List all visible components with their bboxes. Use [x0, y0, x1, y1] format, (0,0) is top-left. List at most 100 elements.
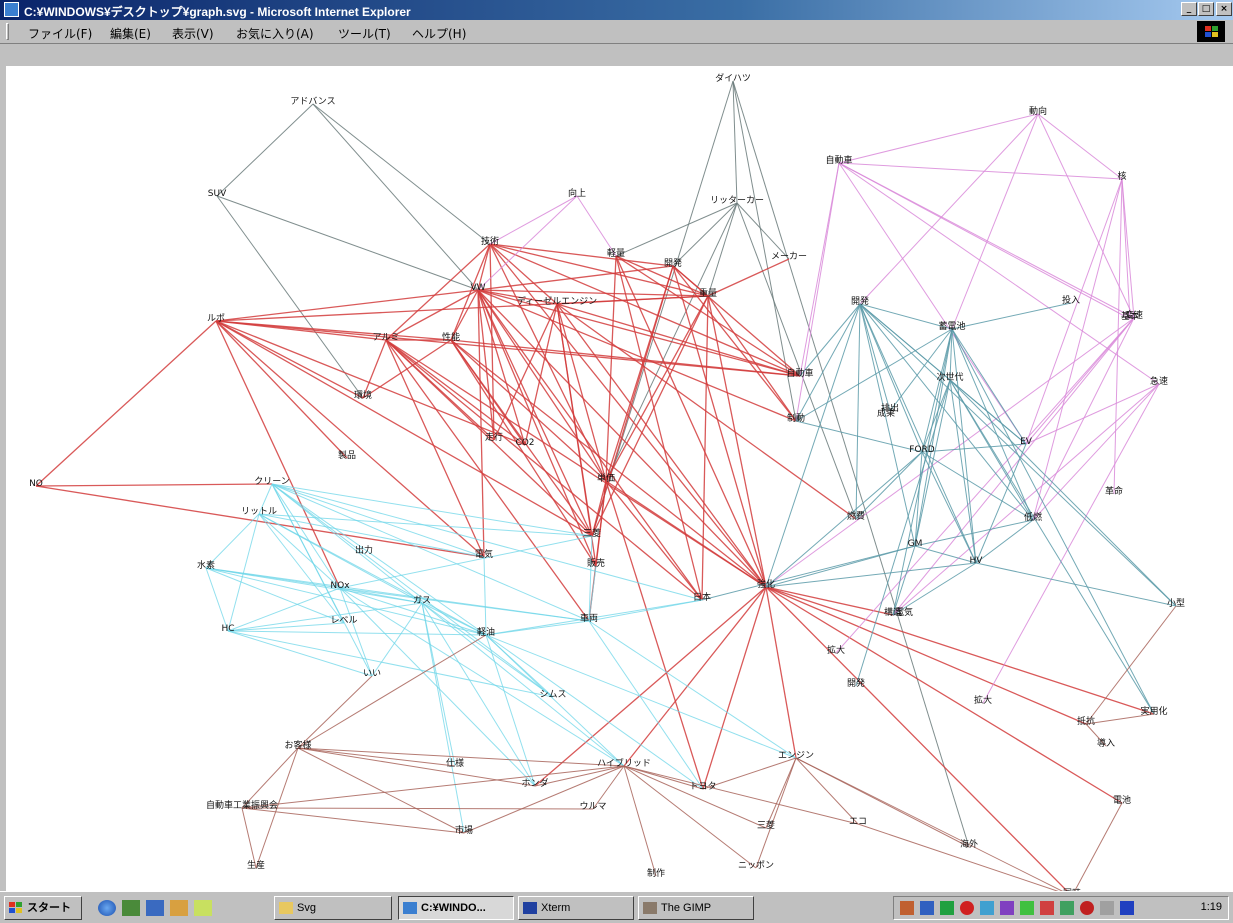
graph-node-label[interactable]: 拡大 — [827, 644, 845, 656]
tray-icon[interactable] — [1040, 901, 1054, 915]
menu-favorites[interactable]: お気に入り(A) — [236, 25, 314, 42]
channel-quicklaunch-icon[interactable] — [170, 900, 188, 916]
graph-node-label[interactable]: 電気 — [895, 606, 913, 618]
tray-icon[interactable] — [1060, 901, 1074, 915]
task-gimp[interactable]: The GIMP — [638, 896, 754, 920]
graph-node-label[interactable]: リッターカー — [710, 195, 764, 206]
tray-icon[interactable] — [1000, 901, 1014, 915]
graph-node-label[interactable]: レベル — [330, 616, 357, 626]
graph-node-label[interactable]: 基本 — [1121, 310, 1139, 322]
graph-node-label[interactable]: 核 — [1117, 170, 1126, 182]
graph-node-label[interactable]: メーカー — [771, 251, 807, 262]
graph-node-label[interactable]: 燃費 — [847, 510, 865, 522]
graph-node-label[interactable]: 革命 — [1105, 485, 1123, 497]
graph-node-label[interactable]: ディーゼルエンジン — [517, 295, 597, 307]
graph-node-label[interactable]: 車両 — [580, 612, 598, 624]
tray-icon[interactable] — [1120, 901, 1134, 915]
graph-node-label[interactable]: 出力 — [355, 544, 373, 556]
graph-node-label[interactable]: 実用化 — [1140, 705, 1167, 717]
graph-node-label[interactable]: お客様 — [284, 739, 311, 751]
graph-node-label[interactable]: 電気 — [475, 548, 493, 560]
outlook-quicklaunch-icon[interactable] — [122, 900, 140, 916]
graph-node-label[interactable]: 投入 — [1062, 294, 1080, 306]
graph-node-label[interactable]: 成果 — [877, 407, 895, 419]
network-graph[interactable]: ダイハツアドバンスSUV 向上自動車メーカーリッターカー技術VWディーゼルエンジン… — [6, 66, 1233, 891]
graph-node-label[interactable]: 電池 — [1113, 794, 1131, 806]
graph-node-label[interactable]: ダイハツ — [715, 72, 751, 84]
graph-node-label[interactable]: 開発 — [851, 295, 869, 307]
svg-viewport[interactable]: ダイハツ アドバンス SUV 向上 自動車 メーカー リッターカー 技術 VW ディーゼルエンジン… — [6, 66, 1233, 891]
graph-node-label[interactable]: NO — [29, 479, 43, 489]
graph-node-label[interactable]: 制動 — [787, 412, 805, 424]
graph-node-label[interactable]: 小型 — [1167, 598, 1185, 609]
graph-node-label[interactable]: 急速 — [1150, 375, 1168, 387]
graph-node-label[interactable]: 三菱 — [757, 819, 775, 831]
graph-node-label[interactable]: 自動車 — [786, 367, 813, 379]
graph-node-label[interactable]: アドバンス — [290, 96, 335, 107]
graph-node-label[interactable]: 海外 — [960, 838, 978, 850]
graph-node-label[interactable]: 軽量 — [607, 248, 625, 259]
graph-node-label[interactable]: 開発 — [664, 257, 682, 269]
graph-node-label[interactable]: FORD — [909, 445, 935, 455]
app-quicklaunch-icon[interactable] — [194, 900, 212, 916]
graph-node-label[interactable]: 性能 — [442, 331, 460, 343]
tray-icon[interactable] — [980, 901, 994, 915]
graph-node-label[interactable]: ハイブリッド — [597, 757, 651, 769]
graph-node-label[interactable]: 販売 — [587, 557, 605, 569]
graph-node-label[interactable]: 向上 — [568, 187, 586, 199]
graph-node-label[interactable]: ウルマ — [579, 801, 606, 812]
graph-node-label[interactable]: CO2 — [515, 438, 534, 448]
graph-node-label[interactable]: クリーン — [254, 476, 290, 487]
menu-edit[interactable]: 編集(E) — [110, 25, 151, 42]
graph-node-label[interactable]: リットル — [241, 507, 277, 517]
graph-node-label[interactable]: SUV — [208, 189, 227, 199]
graph-node-label[interactable]: 制作 — [647, 867, 665, 879]
graph-node-label[interactable]: 重量 — [699, 287, 717, 299]
graph-node-label[interactable]: VW — [470, 283, 485, 293]
graph-node-label[interactable]: NOx — [330, 581, 350, 591]
graph-node-label[interactable]: 自動車工業振興会 — [206, 799, 278, 811]
graph-node-label[interactable]: 環境 — [354, 389, 372, 401]
graph-node-label[interactable]: トヨタ — [689, 781, 716, 792]
ie-quicklaunch-icon[interactable] — [98, 900, 116, 916]
tray-icon[interactable] — [900, 901, 914, 915]
menu-help[interactable]: ヘルプ(H) — [412, 25, 466, 42]
graph-node-label[interactable]: 単価 — [597, 472, 615, 484]
graph-node-label[interactable]: 拡大 — [974, 694, 992, 706]
tray-icon[interactable] — [960, 901, 974, 915]
minimize-button[interactable]: _ — [1181, 2, 1197, 16]
close-button[interactable]: × — [1216, 2, 1232, 16]
graph-node-label[interactable]: 導入 — [1097, 737, 1115, 749]
graph-node-label[interactable]: エンジン — [778, 751, 814, 761]
start-button[interactable]: スタート — [4, 896, 82, 920]
ime-icon[interactable] — [920, 901, 934, 915]
graph-node-label[interactable]: 仕様 — [446, 757, 464, 769]
graph-node-label[interactable]: 動向 — [1029, 105, 1047, 117]
graph-node-label[interactable]: 自動車 — [825, 154, 852, 166]
graph-node-label[interactable]: 水素 — [197, 559, 215, 571]
graph-node-label[interactable]: アルミ — [373, 333, 400, 343]
graph-node-label[interactable]: ホンダ — [521, 777, 548, 789]
tray-icon[interactable] — [1020, 901, 1034, 915]
graph-node-label[interactable]: 軽油 — [477, 626, 495, 638]
menu-tools[interactable]: ツール(T) — [338, 25, 391, 42]
tray-icon[interactable] — [1080, 901, 1094, 915]
graph-node-label[interactable]: 製品 — [338, 449, 356, 461]
graph-node-label[interactable]: 市場 — [455, 824, 473, 836]
menu-grip[interactable] — [6, 23, 9, 40]
menu-view[interactable]: 表示(V) — [172, 25, 214, 42]
graph-node-label[interactable]: 生産 — [247, 859, 265, 871]
desktop-quicklaunch-icon[interactable] — [146, 900, 164, 916]
graph-node-label[interactable]: HC — [221, 624, 234, 634]
ie-app-icon[interactable] — [4, 2, 19, 17]
graph-node-label[interactable]: 三菱 — [583, 527, 601, 539]
graph-node-label[interactable]: 技術 — [481, 235, 499, 247]
graph-node-label[interactable]: ニッポン — [738, 860, 774, 871]
tray-icon[interactable] — [1100, 901, 1114, 915]
menu-file[interactable]: ファイル(F) — [28, 25, 92, 42]
graph-node-label[interactable]: 蓄電池 — [938, 320, 965, 332]
task-svg[interactable]: Svg — [274, 896, 392, 920]
graph-node-label[interactable]: 開発 — [847, 677, 865, 689]
graph-node-label[interactable]: ルポ — [207, 313, 225, 324]
maximize-button[interactable]: □ — [1198, 2, 1214, 16]
